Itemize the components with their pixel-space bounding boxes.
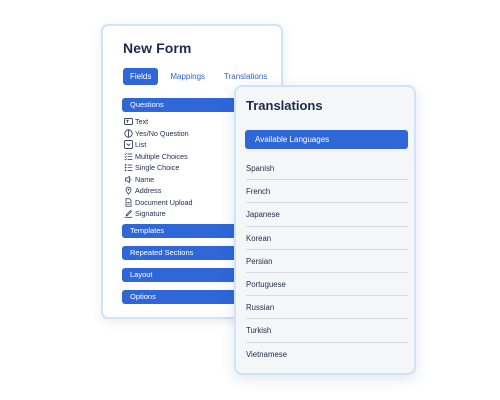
field-label: List — [135, 140, 147, 150]
name-icon — [123, 174, 133, 184]
field-label: Name — [135, 174, 155, 184]
translations-card: Translations Available Languages Spanish… — [234, 85, 416, 375]
language-item-persian[interactable]: Persian — [246, 250, 408, 273]
form-tabs: Fields Mappings Translations — [123, 68, 279, 85]
language-item-vietnamese[interactable]: Vietnamese — [246, 343, 408, 366]
language-item-spanish[interactable]: Spanish — [246, 157, 408, 181]
language-item-french[interactable]: French — [246, 180, 408, 204]
field-item-yes-no[interactable]: Yes/No Question — [123, 128, 193, 140]
field-item-multiple-choices[interactable]: Multiple Choices — [123, 151, 193, 163]
language-item-russian[interactable]: Russian — [246, 296, 408, 320]
text-field-icon — [123, 117, 133, 127]
language-item-korean[interactable]: Korean — [246, 227, 408, 250]
available-languages-header[interactable]: Available Languages — [245, 130, 408, 149]
language-item-turkish[interactable]: Turkish — [246, 319, 408, 343]
field-item-name[interactable]: Name — [123, 174, 193, 186]
tab-translations[interactable]: Translations — [217, 68, 274, 85]
field-label: Multiple Choices — [135, 151, 188, 161]
translations-title: Translations — [246, 98, 323, 113]
multiple-choices-icon — [123, 151, 133, 161]
language-item-japanese[interactable]: Japanese — [246, 203, 408, 227]
field-label: Document Upload — [135, 197, 193, 207]
field-label: Signature — [135, 209, 166, 219]
tab-mappings[interactable]: Mappings — [163, 68, 212, 85]
field-label: Yes/No Question — [135, 128, 189, 138]
document-icon — [123, 197, 133, 207]
field-label: Text — [135, 117, 149, 127]
form-title: New Form — [123, 40, 192, 56]
signature-icon — [123, 209, 133, 219]
tab-fields[interactable]: Fields — [123, 68, 159, 85]
list-icon — [123, 140, 133, 150]
field-item-list[interactable]: List — [123, 139, 193, 151]
location-pin-icon — [123, 186, 133, 196]
language-list: Spanish French Japanese Korean Persian P… — [246, 157, 408, 366]
field-label: Address — [135, 186, 162, 196]
field-item-document-upload[interactable]: Document Upload — [123, 197, 193, 209]
field-label: Single Choice — [135, 163, 180, 173]
field-item-address[interactable]: Address — [123, 185, 193, 197]
field-item-single-choice[interactable]: Single Choice — [123, 162, 193, 174]
single-choice-icon — [123, 163, 133, 173]
language-item-portuguese[interactable]: Portuguese — [246, 273, 408, 297]
yes-no-icon — [123, 128, 133, 138]
field-item-signature[interactable]: Signature — [123, 208, 193, 220]
field-item-text[interactable]: Text — [123, 116, 193, 128]
field-type-list: Text Yes/No Question List Multiple Choic… — [123, 116, 193, 220]
